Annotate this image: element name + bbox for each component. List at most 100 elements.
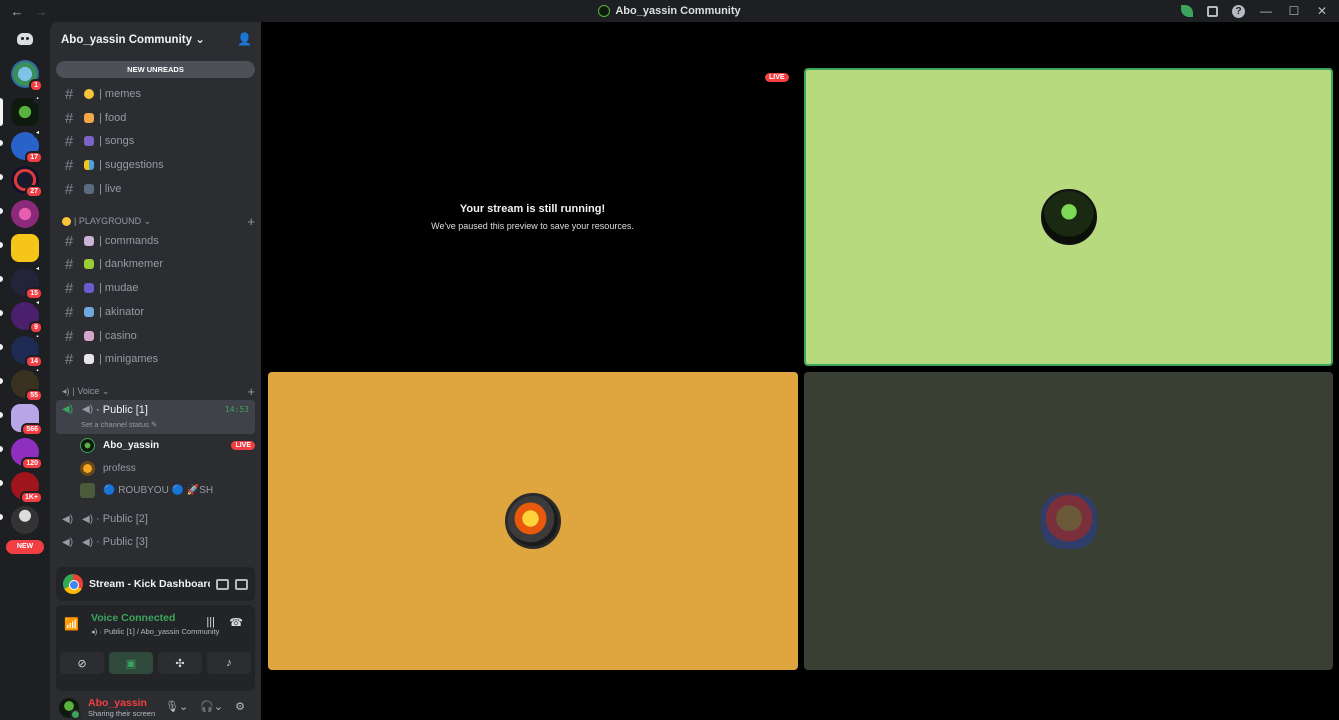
channel-mudae[interactable]: # | mudae: [58, 277, 255, 299]
guild-name: Abo_yassin Community ⌄: [61, 34, 205, 46]
minimize-button[interactable]: —: [1259, 4, 1273, 18]
server-icon[interactable]: [11, 234, 39, 262]
channel-emoji-icon: [84, 136, 94, 146]
nav-buttons: ← →: [10, 4, 48, 19]
speaker-icon: ◀): [62, 536, 74, 548]
guild-header[interactable]: Abo_yassin Community ⌄ 👤: [50, 22, 261, 56]
soundboard-button[interactable]: ♪: [207, 652, 251, 674]
unread-indicator: [0, 344, 3, 350]
user-controls: 🎙⌄ 🎧⌄ ⚙: [165, 700, 245, 713]
close-button[interactable]: ✕: [1315, 4, 1329, 18]
stream-panel: Stream - Kick Dashboard - Go...: [56, 567, 255, 601]
headphones-icon[interactable]: 🎧⌄: [200, 700, 223, 713]
server-icon[interactable]: ▪ 14: [11, 333, 43, 368]
disconnect-icon[interactable]: ☎: [229, 616, 243, 629]
server-icon[interactable]: [11, 506, 39, 534]
channel-dankmemer[interactable]: # | dankmemer: [58, 253, 255, 275]
help-icon[interactable]: ?: [1232, 4, 1245, 18]
channel-commands[interactable]: # | commands: [58, 230, 255, 252]
participant-tile[interactable]: [804, 372, 1333, 670]
unread-indicator: [0, 446, 3, 452]
hash-icon: #: [64, 85, 74, 103]
voice-status[interactable]: Voice Connected: [91, 612, 175, 624]
server-icon[interactable]: 566: [11, 404, 43, 436]
channel-songs[interactable]: # | songs: [58, 130, 255, 152]
category-playground[interactable]: | PLAYGROUND ⌄ +: [62, 213, 255, 229]
voice-user[interactable]: Abo_yassin LIVE: [80, 435, 255, 455]
screen-share-button[interactable]: ▣: [109, 652, 153, 674]
channel-casino[interactable]: # | casino: [58, 325, 255, 347]
channel-minigames[interactable]: # | minigames: [58, 348, 255, 370]
category-emoji-icon: [62, 216, 71, 226]
voice-user[interactable]: 🔵 ROUBYOU 🔵 🚀SH: [80, 480, 255, 500]
channel-status[interactable]: Set a channel status ✎: [81, 420, 157, 429]
stream-preview-paused[interactable]: Your stream is still running! We've paus…: [268, 69, 797, 365]
server-icon-abo-yassin[interactable]: ▪: [11, 95, 42, 126]
speaker-icon: ◂: [33, 129, 42, 138]
nitro-leaf-icon[interactable]: [1181, 5, 1193, 17]
avatar: [80, 482, 95, 498]
new-unreads-bar[interactable]: NEW UNREADS: [56, 61, 255, 78]
voice-channel-public-1[interactable]: ◀) ◀) · Public [1] 14:53 Set a channel s…: [56, 400, 255, 434]
hash-icon: #: [64, 255, 74, 273]
server-icon[interactable]: 120: [11, 438, 43, 470]
server-icon[interactable]: 27: [11, 166, 43, 198]
speaker-icon: ◀): [82, 513, 94, 525]
stream-title: Stream - Kick Dashboard - Go...: [89, 578, 210, 590]
stop-stream-icon[interactable]: [216, 578, 229, 590]
channel-emoji-icon: [84, 236, 94, 246]
channel-emoji-icon: [84, 160, 94, 170]
server-icon[interactable]: ◂ 17: [11, 129, 43, 164]
user-info[interactable]: Abo_yassin Sharing their screen: [88, 697, 155, 718]
channel-food[interactable]: # | food: [58, 107, 255, 129]
maximize-button[interactable]: ☐: [1287, 4, 1301, 18]
create-channel-icon[interactable]: +: [247, 384, 255, 399]
microphone-icon[interactable]: 🎙⌄: [165, 700, 188, 713]
channel-memes[interactable]: # | memes: [58, 83, 255, 105]
voice-channel-public-3[interactable]: ◀) ◀) · Public [3]: [56, 531, 255, 553]
speaker-icon: ◀): [62, 513, 74, 525]
channel-emoji-icon: [84, 113, 94, 123]
direct-messages-button[interactable]: [11, 28, 39, 50]
server-icon[interactable]: 1K+: [11, 472, 43, 504]
paused-title: Your stream is still running!: [459, 203, 606, 215]
inbox-icon[interactable]: [1207, 5, 1218, 17]
avatar: [80, 437, 95, 453]
noise-suppression-icon[interactable]: |||: [206, 616, 215, 628]
voice-location[interactable]: ◂) · Public [1] / Abo_yassin Community: [91, 627, 219, 636]
server-icon[interactable]: ◂ 9: [11, 299, 43, 334]
create-channel-icon[interactable]: +: [247, 214, 255, 229]
invite-member-icon[interactable]: 👤: [237, 32, 252, 46]
voice-stage: Your stream is still running! We've paus…: [261, 22, 1339, 720]
channel-suggestions[interactable]: # | suggestions: [58, 154, 255, 176]
channel-akinator[interactable]: # | akinator: [58, 301, 255, 323]
server-rail: 1 ▪ ◂ 17 27 ◂ 15 ◂ 9 ▪ 14 ▪ 55 566 120 1K+ NE…: [0, 22, 50, 720]
forward-button[interactable]: →: [34, 4, 48, 19]
server-icon[interactable]: [11, 200, 39, 228]
stream-settings-icon[interactable]: [235, 578, 248, 590]
activities-button[interactable]: ✣: [158, 652, 202, 674]
category-voice[interactable]: ◂) | Voice ⌄ +: [62, 383, 255, 399]
mention-badge: 15: [25, 287, 43, 300]
channel-emoji-icon: [84, 307, 94, 317]
channel-emoji-icon: [84, 259, 94, 269]
voice-user[interactable]: profess: [80, 458, 255, 478]
avatar: [80, 460, 95, 476]
server-icon[interactable]: ▪ 55: [11, 367, 43, 402]
participant-tile[interactable]: [268, 372, 798, 670]
participant-tile-speaking[interactable]: [804, 68, 1333, 366]
hash-icon: #: [64, 132, 74, 150]
user-avatar[interactable]: [58, 696, 81, 720]
gear-icon[interactable]: ⚙: [235, 700, 245, 713]
voice-channel-name: · Public [1]: [96, 404, 148, 416]
hash-icon: #: [64, 327, 74, 345]
server-icon[interactable]: ◂ 15: [11, 265, 43, 300]
new-servers-pill[interactable]: NEW: [6, 540, 44, 554]
channel-live[interactable]: # | live: [58, 178, 255, 200]
back-button[interactable]: ←: [10, 4, 24, 19]
camera-off-button[interactable]: ⊘: [60, 652, 104, 674]
voice-channel-public-2[interactable]: ◀) ◀) · Public [2]: [56, 508, 255, 530]
signal-icon[interactable]: 📶: [64, 617, 79, 631]
window-title-text: Abo_yassin Community: [615, 5, 741, 17]
server-icon[interactable]: 1: [11, 60, 43, 92]
